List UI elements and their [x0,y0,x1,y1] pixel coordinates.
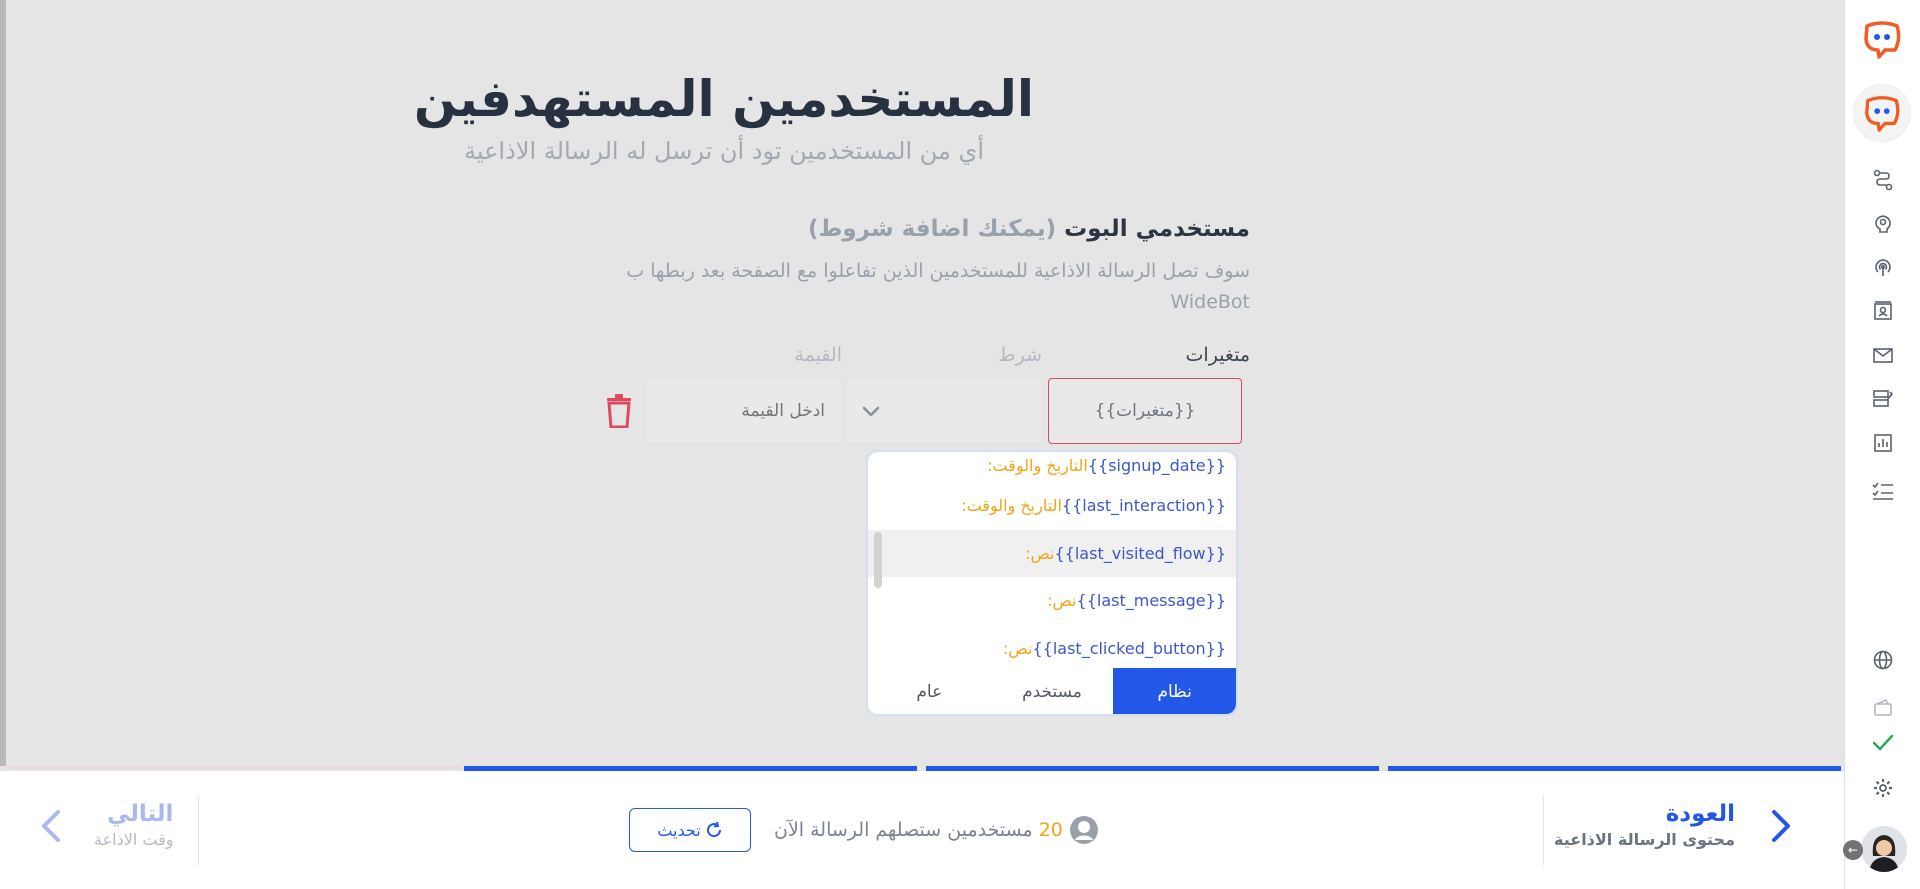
settings-icon[interactable] [1869,774,1897,802]
next-button[interactable]: التالي وقت الاذاعة [94,801,173,849]
value-label: القيمة [794,344,842,366]
templates-icon[interactable] [1869,385,1897,413]
list-item[interactable]: :نص{{last_message}} [868,577,1236,624]
widebot-logo-icon[interactable] [1861,18,1903,60]
tasks-icon[interactable] [1869,477,1897,505]
section-hint: (يمكنك اضافة شروط) [807,216,1057,242]
page-title: المستخدمين المستهدفين [413,70,1035,128]
tab-system[interactable]: نظام [1113,668,1236,714]
section-title-text: مستخدمي البوت [1064,216,1250,242]
condition-select[interactable] [846,378,1042,444]
next-title: التالي [106,801,174,827]
variable-name: {{signup_date}} [1087,456,1226,475]
condition-label: شرط [998,344,1042,366]
variable-name: {{last_interaction}} [1061,496,1226,515]
variable-type: :نص [1047,591,1077,610]
chevron-down-icon [862,406,880,417]
users-count-info: 20 مستخدمين ستصلهم الرسالة الآن [774,815,1099,845]
chevron-right-icon[interactable] [1764,807,1796,845]
variable-name: {{last_message}} [1076,591,1226,610]
user-icon [1069,816,1098,844]
arrow-left-icon: ← [1847,843,1859,857]
user-avatar[interactable] [1861,826,1907,872]
dropdown-tabs: نظام مستخدم عام [868,668,1236,714]
back-button[interactable]: العودة محتوى الرسالة الاذاعية [1554,801,1735,849]
trash-icon[interactable] [604,394,634,428]
value-input[interactable] [646,378,842,444]
variables-dropdown: :التاريخ والوقت{{signup_date}} :التاريخ … [866,450,1238,716]
variable-type: :التاريخ والوقت [961,496,1062,515]
variable-type: :التاريخ والوقت [987,456,1088,475]
contacts-icon[interactable] [1869,297,1897,325]
list-item[interactable]: :نص{{last_visited_flow}} [868,530,1236,577]
back-subtitle: محتوى الرسالة الاذاعية [1554,830,1735,849]
tab-general[interactable]: عام [868,668,991,714]
refresh-button[interactable]: تحديث [629,808,751,852]
back-title: العودة [1665,801,1735,827]
footer-bar: العودة محتوى الرسالة الاذاعية 20 مستخدمي… [0,771,1844,889]
refresh-label: تحديث [657,820,701,840]
dropdown-scrollbar[interactable] [874,532,882,588]
tab-user[interactable]: مستخدم [990,668,1114,714]
refresh-icon [706,821,721,838]
variable-name: {{last_visited_flow}} [1054,544,1227,563]
footer-divider [1543,795,1544,865]
analytics-icon[interactable] [1869,429,1897,457]
main-content: المستخدمين المستهدفين أي من المستخدمين ت… [6,0,1844,766]
section-title: مستخدمي البوت (يمكنك اضافة شروط) [808,216,1250,242]
variable-type: :نص [1003,639,1033,658]
check-icon[interactable] [1869,729,1897,757]
variable-type: :نص [1025,544,1055,563]
list-item[interactable]: :نص{{last_clicked_button}} [868,625,1236,668]
broadcast-icon[interactable] [1869,253,1897,281]
section-description: سوف تصل الرسالة الاذاعية للمستخدمين الذي… [626,260,1250,313]
variable-name: {{last_clicked_button}} [1032,639,1226,658]
page-subtitle: أي من المستخدمين تود أن ترسل له الرسالة … [464,137,984,165]
users-count: 20 [1038,819,1063,841]
chevron-left-icon[interactable] [36,807,68,845]
avatar-icon [1861,826,1907,872]
progress-step-1 [6,766,460,769]
variables-label: متغيرات [1185,344,1250,366]
variables-select[interactable]: {{متغيرات}} [1048,378,1242,444]
inbox-icon[interactable] [1869,341,1897,369]
bot-avatar-icon [1865,96,1900,132]
footer-divider [198,795,199,865]
ai-brain-icon[interactable] [1869,209,1897,237]
bot-avatar[interactable] [1853,84,1911,142]
wallet-icon[interactable] [1869,694,1897,722]
globe-icon[interactable] [1869,646,1897,674]
variables-list[interactable]: :التاريخ والوقت{{signup_date}} :التاريخ … [868,452,1236,668]
next-subtitle: وقت الاذاعة [94,830,174,849]
right-sidebar: ← [1843,0,1920,889]
collapse-button[interactable]: ← [1843,840,1863,860]
users-text: مستخدمين ستصلهم الرسالة الآن [774,819,1033,841]
flows-icon[interactable] [1869,166,1897,194]
list-item[interactable]: :التاريخ والوقت{{last_interaction}} [868,482,1236,529]
